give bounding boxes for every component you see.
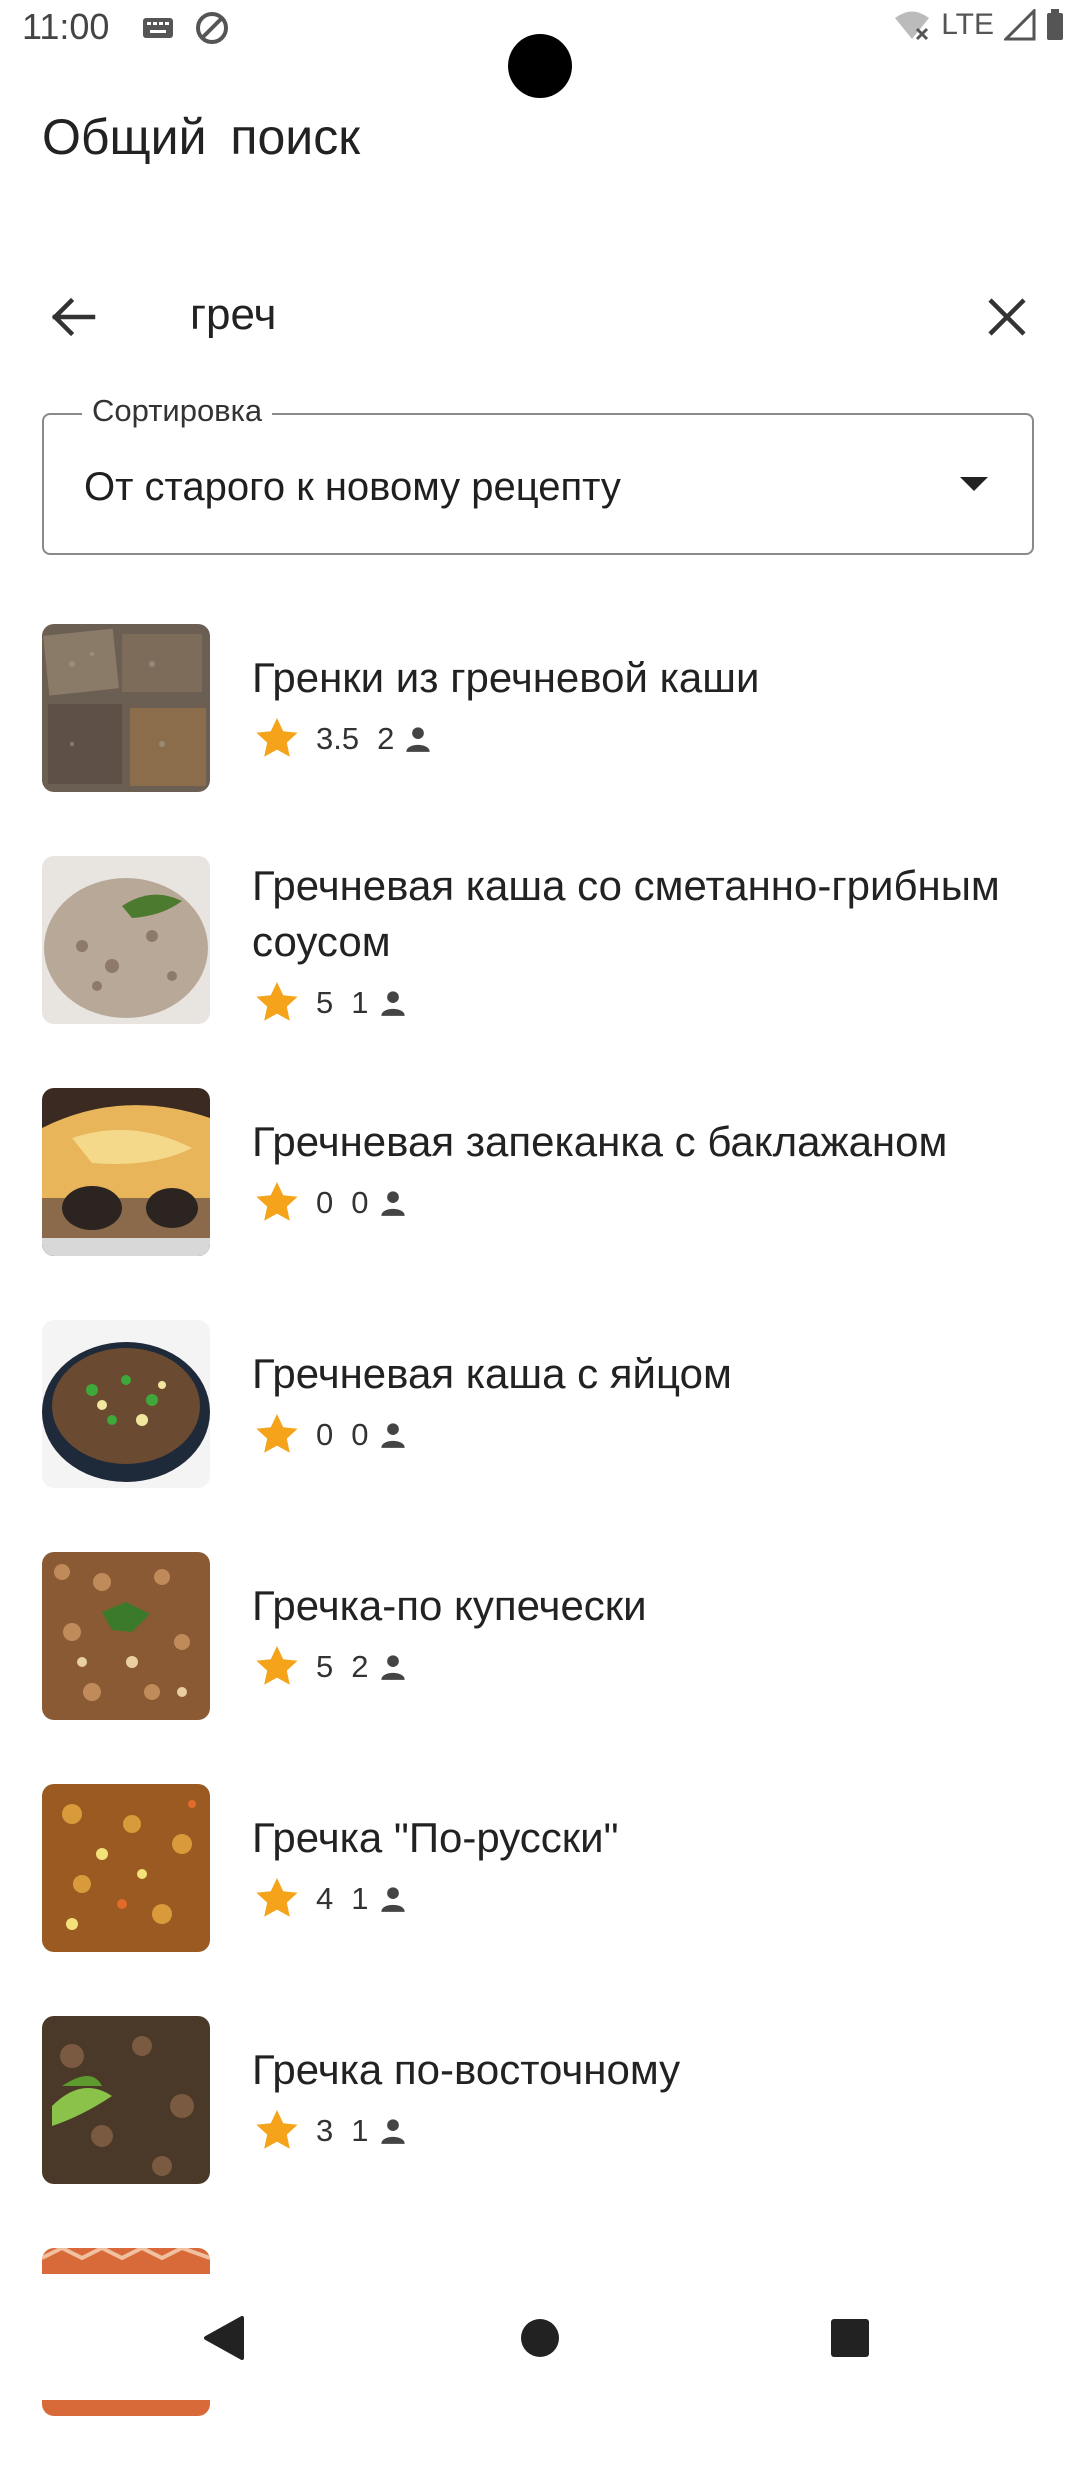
person-icon (380, 1655, 405, 1680)
system-nav-bar (0, 2274, 1080, 2400)
status-time: 11:00 (22, 6, 110, 47)
recipe-item[interactable]: Гречневая каша со сметанно-грибным соусо… (0, 854, 1080, 1086)
recipe-meta: 5 1 (252, 978, 407, 1028)
nav-back-button[interactable] (194, 2308, 254, 2368)
recipe-meta: 0 0 (252, 1178, 407, 1228)
star-icon (256, 2110, 298, 2149)
recipe-meta: 5 2 (252, 1642, 407, 1692)
recipe-item[interactable]: Гренки из гречневой каши 3.5 2 (0, 622, 1080, 854)
star-icon (256, 1646, 298, 1685)
page-title: Общий поиск (42, 109, 361, 165)
recipe-title: Гречка-по купечески (252, 1582, 647, 1629)
recipe-meta: 0 0 (252, 1410, 407, 1460)
caret-down-icon (960, 477, 988, 491)
search-input[interactable]: греч (190, 290, 276, 340)
person-icon (380, 2119, 405, 2144)
recipe-title: Гречневая каша со сметанно-грибным соусо… (252, 862, 1000, 965)
search-bar: греч (0, 268, 1080, 364)
rating-value: 4 (316, 1881, 334, 1916)
star-icon (256, 718, 298, 757)
sync-icon (196, 12, 228, 44)
recipe-item[interactable]: Гречневая каша с яйцом 0 0 (0, 1318, 1080, 1550)
network-label: LTE (941, 8, 994, 41)
star-icon (256, 1878, 298, 1917)
back-triangle-icon (204, 2316, 244, 2360)
recipe-thumbnail (42, 1088, 210, 1256)
nav-recents-button[interactable] (820, 2308, 880, 2368)
clear-search-button[interactable] (970, 284, 1044, 350)
recipe-thumbnail (42, 2016, 210, 2184)
rating-value: 3.5 (316, 721, 360, 756)
recipe-title: Гречневая каша с яйцом (252, 1350, 732, 1397)
reviews-count: 0 (351, 1417, 369, 1452)
recipe-item[interactable]: Гречка "По-русски" 4 1 (0, 1782, 1080, 2014)
sort-value: От старого к новому рецепту (84, 465, 621, 509)
camera-cutout (508, 34, 572, 98)
recents-square-icon (831, 2319, 869, 2357)
arrow-left-icon (51, 297, 96, 337)
battery-icon (1047, 9, 1063, 40)
recipe-title: Гречка по-восточному (252, 2046, 681, 2093)
reviews-count: 1 (351, 1881, 369, 1916)
person-icon (380, 1423, 405, 1448)
sort-dropdown[interactable]: Сортировка От старого к новому рецепту (42, 393, 1034, 555)
recipe-list: Гренки из гречневой каши 3.5 2 Гречневая… (0, 622, 1080, 2478)
back-button[interactable] (40, 284, 106, 350)
recipe-title: Гречневая запеканка с баклажаном (252, 1118, 948, 1165)
nav-home-button[interactable] (510, 2308, 570, 2368)
recipe-thumbnail (42, 1784, 210, 1952)
recipe-thumbnail (42, 1320, 210, 1488)
person-icon (380, 1191, 405, 1216)
close-icon (988, 298, 1026, 336)
person-icon (406, 727, 431, 752)
recipe-item[interactable]: Гречка-по купечески 5 2 (0, 1550, 1080, 1782)
person-icon (380, 991, 405, 1016)
reviews-count: 0 (351, 1185, 369, 1220)
wifi-off-icon (895, 11, 930, 41)
rating-value: 5 (316, 985, 334, 1020)
rating-value: 3 (316, 2113, 334, 2148)
reviews-count: 2 (351, 1649, 369, 1684)
person-icon (380, 1887, 405, 1912)
home-circle-icon (521, 2319, 559, 2357)
recipe-meta: 3.5 2 (252, 714, 432, 764)
recipe-meta: 3 1 (252, 2106, 407, 2156)
recipe-thumbnail (42, 624, 210, 792)
recipe-meta: 4 1 (252, 1874, 407, 1924)
recipe-thumbnail (42, 1552, 210, 1720)
reviews-count: 1 (351, 2113, 369, 2148)
keyboard-icon (143, 18, 173, 38)
rating-value: 0 (316, 1185, 334, 1220)
recipe-item[interactable]: Гречка по-восточному 3 1 (0, 2014, 1080, 2246)
recipe-item[interactable]: Гречневая запеканка с баклажаном 0 0 (0, 1086, 1080, 1318)
rating-value: 5 (316, 1649, 334, 1684)
recipe-title: Гренки из гречневой каши (252, 654, 760, 701)
star-icon (256, 1414, 298, 1453)
star-icon (256, 1182, 298, 1221)
reviews-count: 2 (377, 721, 395, 756)
star-icon (256, 982, 298, 1021)
recipe-thumbnail (42, 856, 210, 1024)
reviews-count: 1 (351, 985, 369, 1020)
recipe-title: Гречка "По-русски" (252, 1814, 619, 1861)
signal-icon (1004, 9, 1036, 41)
rating-value: 0 (316, 1417, 334, 1452)
sort-label: Сортировка (82, 393, 273, 429)
